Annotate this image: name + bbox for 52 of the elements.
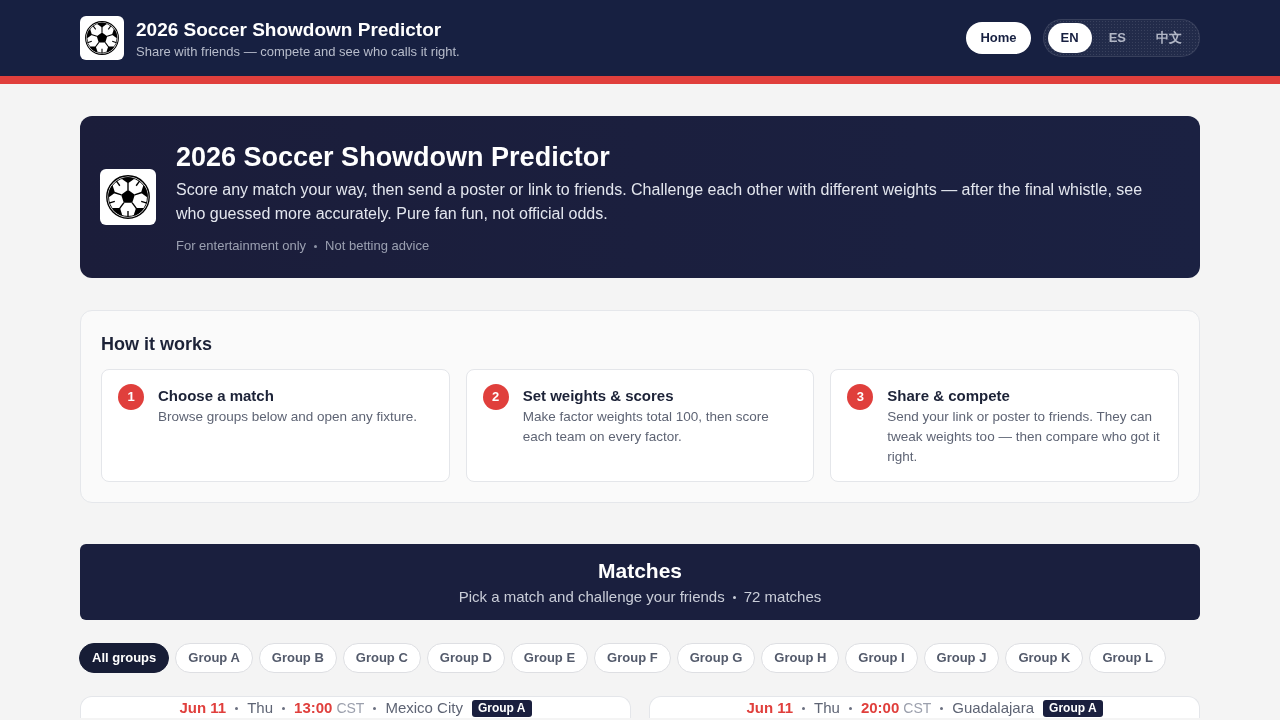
- match-date: Jun 11: [746, 699, 794, 717]
- language-tab[interactable]: 中文: [1143, 23, 1195, 53]
- disclaimer-note: For entertainment only: [176, 237, 307, 255]
- step-title: Set weights & scores: [522, 386, 675, 406]
- step-number: 3: [847, 384, 874, 410]
- group-filter-chip[interactable]: Group K: [1005, 643, 1084, 673]
- group-filter-chip[interactable]: Group C: [342, 643, 421, 673]
- group-filter-chip[interactable]: Group H: [761, 643, 840, 673]
- soccer-ball-logo-icon: [100, 169, 156, 225]
- matches-title: Matches: [598, 558, 682, 584]
- step-number: 2: [482, 384, 509, 410]
- group-filter-chip[interactable]: Group D: [426, 643, 505, 673]
- match-card[interactable]: Jun 11 Thu 13:00 CST Mexico City Group A: [80, 696, 631, 718]
- match-time: 13:00: [294, 699, 333, 717]
- step-title: Share & compete: [887, 386, 1011, 406]
- match-city: Mexico City: [385, 699, 463, 717]
- group-tag: Group A: [1043, 699, 1103, 717]
- match-timezone: CST: [903, 699, 932, 717]
- group-filter-chip[interactable]: Group B: [258, 643, 337, 673]
- matches-subtitle: Pick a match and challenge your friends: [458, 587, 725, 607]
- match-count: 72 matches: [743, 587, 822, 607]
- match-timezone: CST: [336, 699, 365, 717]
- section-heading: How it works: [101, 333, 213, 356]
- group-filter-chip[interactable]: Group L: [1089, 643, 1166, 673]
- group-filter-chip[interactable]: Group G: [676, 643, 756, 673]
- match-city: Guadalajara: [952, 699, 1035, 717]
- match-weekday: Thu: [814, 699, 840, 717]
- group-filter-chip[interactable]: All groups: [79, 643, 170, 673]
- group-tag: Group A: [471, 699, 532, 717]
- match-time: 20:00: [860, 699, 900, 717]
- hero-title: 2026 Soccer Showdown Predictor: [176, 141, 611, 174]
- step-description: Make factor weights total 100, then score each team on every factor.: [522, 408, 770, 446]
- match-card[interactable]: Jun 11 Thu 20:00 CST Guadalajara Group A: [649, 696, 1200, 718]
- step-title: Choose a match: [158, 386, 275, 406]
- group-filter-chip[interactable]: Group F: [594, 643, 671, 673]
- site-tagline: Share with friends — compete and see who calls it right.: [136, 42, 460, 60]
- match-weekday: Thu: [247, 699, 274, 717]
- soccer-ball-logo-icon: [80, 16, 124, 60]
- language-tab[interactable]: ES: [1095, 23, 1139, 53]
- hero-description: Score any match your way, then send a poster or link to friends. Challenge each other with different weights — after the final whistle, see who guessed more accurately. Pure fan fun, not official odds.: [176, 180, 1144, 224]
- step-number: 1: [118, 384, 144, 410]
- match-date: Jun 11: [179, 699, 227, 717]
- site-title: 2026 Soccer Showdown Predictor: [136, 17, 443, 42]
- disclaimer-note: Not betting advice: [325, 237, 430, 255]
- group-filter-chip[interactable]: Group J: [923, 643, 1000, 673]
- step-description: Browse groups below and open any fixture.: [158, 408, 417, 426]
- language-tab[interactable]: EN: [1047, 23, 1092, 53]
- group-filter-chip[interactable]: Group E: [510, 643, 589, 673]
- group-filter-chip[interactable]: Group A: [175, 643, 253, 673]
- group-filter-chip[interactable]: Group I: [845, 643, 918, 673]
- step-description: Send your link or poster to friends. They can tweak weights too — then compare who got it right.: [887, 408, 1161, 466]
- home-button[interactable]: Home: [966, 22, 1031, 54]
